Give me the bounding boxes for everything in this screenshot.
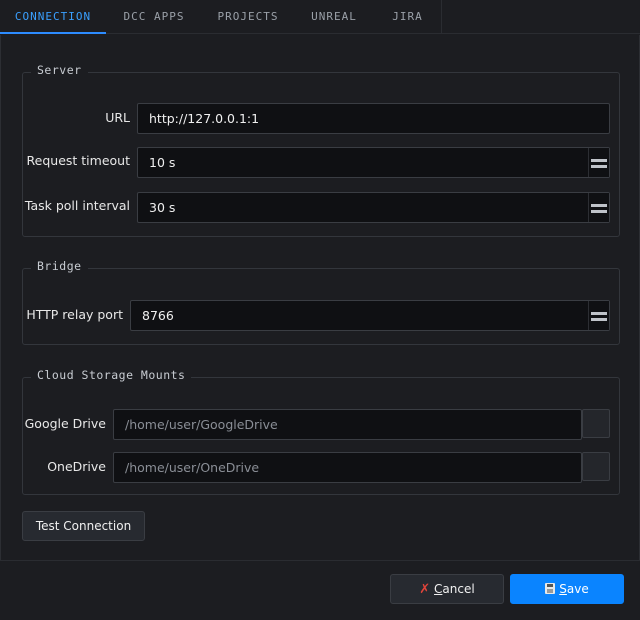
http-relay-port-stepper[interactable]	[588, 301, 609, 330]
cloud-storage-group: Cloud Storage Mounts Google Drive /home/…	[22, 368, 620, 495]
onedrive-browse-button[interactable]	[582, 452, 610, 481]
cancel-button[interactable]: ✗ Cancel	[390, 574, 504, 604]
spin-down-icon[interactable]	[591, 210, 607, 213]
server-group: Server URL http://127.0.0.1:1 Request ti…	[22, 63, 620, 237]
onedrive-label: OneDrive	[47, 459, 106, 474]
spin-down-icon[interactable]	[591, 165, 607, 168]
tab-divider	[441, 0, 442, 34]
test-connection-button[interactable]: Test Connection	[22, 511, 145, 541]
tab-projects[interactable]: PROJECTS	[202, 0, 294, 34]
tab-jira[interactable]: JIRA	[374, 0, 441, 34]
bridge-group: Bridge HTTP relay port 8766	[22, 259, 620, 345]
url-input[interactable]: http://127.0.0.1:1	[137, 103, 610, 134]
tab-dcc-apps[interactable]: DCC APPS	[106, 0, 202, 34]
google-drive-path-input[interactable]: /home/user/GoogleDrive	[113, 409, 582, 440]
google-drive-label: Google Drive	[24, 416, 106, 431]
footer-divider	[0, 560, 640, 561]
server-group-title: Server	[31, 63, 88, 77]
spin-down-icon[interactable]	[591, 318, 607, 321]
save-accelerator: S	[559, 582, 567, 596]
google-drive-browse-button[interactable]	[582, 409, 610, 438]
http-relay-port-value: 8766	[142, 308, 174, 323]
cloud-storage-group-title: Cloud Storage Mounts	[31, 368, 192, 382]
bridge-group-title: Bridge	[31, 259, 88, 273]
request-timeout-stepper[interactable]	[588, 148, 609, 177]
url-label: URL	[105, 110, 130, 125]
tab-unreal[interactable]: UNREAL	[294, 0, 374, 34]
spin-up-icon[interactable]	[591, 312, 607, 315]
cancel-button-label: ancel	[442, 582, 475, 596]
request-timeout-value: 10 s	[149, 155, 176, 170]
http-relay-port-label: HTTP relay port	[26, 307, 123, 322]
task-poll-interval-value: 30 s	[149, 200, 176, 215]
http-relay-port-spinbox[interactable]: 8766	[130, 300, 610, 331]
floppy-disk-icon	[545, 583, 556, 594]
active-tab-indicator	[0, 32, 106, 34]
x-icon: ✗	[419, 582, 431, 597]
request-timeout-label: Request timeout	[26, 153, 130, 168]
task-poll-interval-label: Task poll interval	[24, 198, 130, 213]
spin-up-icon[interactable]	[591, 204, 607, 207]
spin-up-icon[interactable]	[591, 159, 607, 162]
task-poll-interval-spinbox[interactable]: 30 s	[137, 192, 610, 223]
save-button-label: ave	[566, 582, 589, 596]
save-button[interactable]: Save	[510, 574, 624, 604]
task-poll-interval-stepper[interactable]	[588, 193, 609, 222]
tab-bar: CONNECTION DCC APPS PROJECTS UNREAL JIRA	[0, 0, 640, 34]
request-timeout-spinbox[interactable]: 10 s	[137, 147, 610, 178]
connection-panel: Server URL http://127.0.0.1:1 Request ti…	[0, 35, 640, 561]
onedrive-path-input[interactable]: /home/user/OneDrive	[113, 452, 582, 483]
tab-connection[interactable]: CONNECTION	[0, 0, 106, 34]
